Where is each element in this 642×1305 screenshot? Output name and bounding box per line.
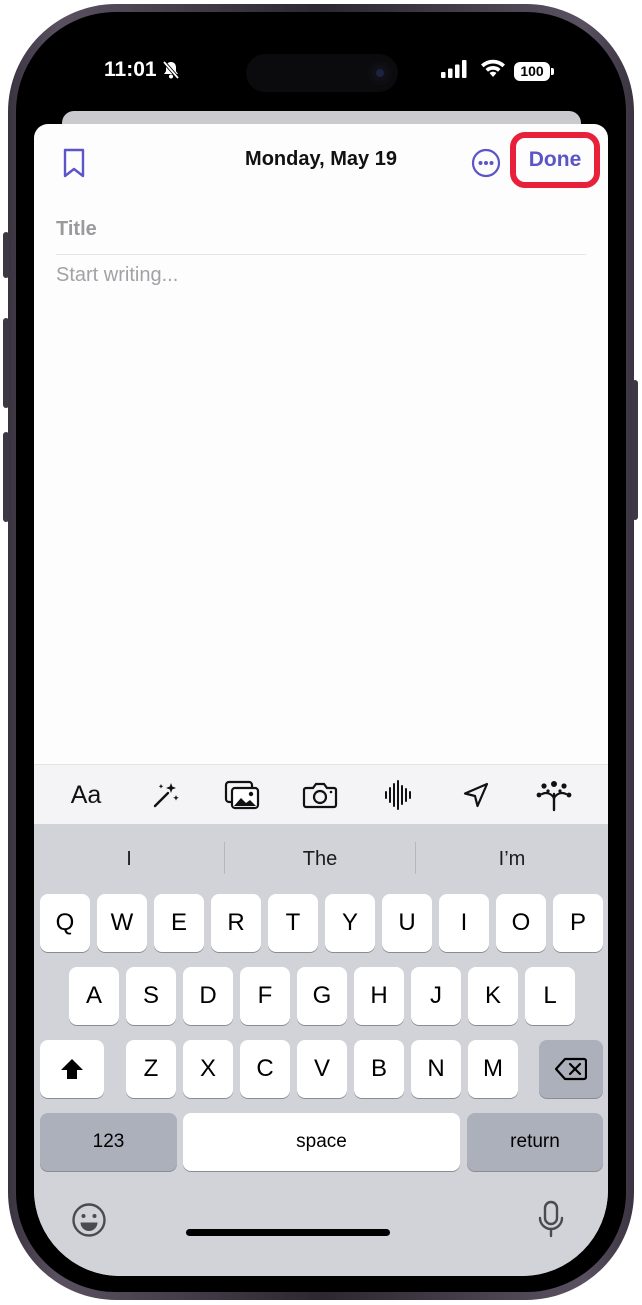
title-input[interactable]: Title: [56, 218, 586, 241]
return-key[interactable]: return: [467, 1113, 603, 1171]
key-v[interactable]: V: [297, 1040, 347, 1098]
key-r[interactable]: R: [211, 894, 261, 952]
suggestion-3[interactable]: I’m: [416, 838, 608, 880]
key-b[interactable]: B: [354, 1040, 404, 1098]
key-s[interactable]: S: [126, 967, 176, 1025]
microphone-icon[interactable]: [536, 1200, 566, 1245]
key-x[interactable]: X: [183, 1040, 233, 1098]
emoji-icon[interactable]: [71, 1202, 107, 1243]
backspace-icon: [555, 1057, 587, 1081]
key-g[interactable]: G: [297, 967, 347, 1025]
key-d[interactable]: D: [183, 967, 233, 1025]
key-z[interactable]: Z: [126, 1040, 176, 1098]
power-button: [632, 380, 638, 520]
volume-up-button: [3, 318, 9, 408]
suggestions-icon[interactable]: [534, 777, 574, 813]
title-divider: [56, 254, 586, 255]
camera-icon[interactable]: [300, 777, 340, 813]
key-n[interactable]: N: [411, 1040, 461, 1098]
journal-entry-sheet: Monday, May 19 Done Title Start writing.…: [34, 124, 608, 1276]
shift-icon: [61, 1059, 83, 1079]
editor-toolbar: Aa: [34, 764, 608, 825]
audio-waveform-icon[interactable]: [378, 777, 418, 813]
backspace-key[interactable]: [539, 1040, 603, 1098]
location-arrow-icon[interactable]: [456, 777, 496, 813]
key-a[interactable]: A: [69, 967, 119, 1025]
silent-bell-icon: [162, 60, 180, 85]
key-p[interactable]: P: [553, 894, 603, 952]
more-options-icon[interactable]: [471, 148, 501, 183]
cellular-signal-icon: [441, 60, 467, 83]
key-f[interactable]: F: [240, 967, 290, 1025]
key-y[interactable]: Y: [325, 894, 375, 952]
keyboard: I The I’m Q W E R T Y U I O P A S D F G …: [34, 824, 608, 1276]
key-m[interactable]: M: [468, 1040, 518, 1098]
suggestion-2[interactable]: The: [225, 838, 415, 880]
home-indicator[interactable]: [186, 1229, 390, 1236]
battery-indicator: 100: [514, 62, 554, 81]
shift-key[interactable]: [40, 1040, 104, 1098]
photo-library-icon[interactable]: [222, 777, 262, 813]
front-camera: [368, 61, 392, 85]
key-w[interactable]: W: [97, 894, 147, 952]
key-l[interactable]: L: [525, 967, 575, 1025]
screen: 11:01 100 Monday, May 19 Done Title Star…: [34, 30, 608, 1276]
key-i[interactable]: I: [439, 894, 489, 952]
key-t[interactable]: T: [268, 894, 318, 952]
key-c[interactable]: C: [240, 1040, 290, 1098]
key-h[interactable]: H: [354, 967, 404, 1025]
volume-down-button: [3, 432, 9, 522]
format-text-button[interactable]: Aa: [66, 777, 106, 813]
done-button[interactable]: Done: [516, 138, 594, 182]
key-q[interactable]: Q: [40, 894, 90, 952]
action-button: [3, 232, 9, 278]
done-highlight: Done: [510, 132, 600, 188]
key-k[interactable]: K: [468, 967, 518, 1025]
key-o[interactable]: O: [496, 894, 546, 952]
magic-wand-icon[interactable]: [146, 777, 186, 813]
body-input[interactable]: Start writing...: [56, 264, 586, 287]
status-time: 11:01: [104, 58, 157, 81]
key-j[interactable]: J: [411, 967, 461, 1025]
suggestion-1[interactable]: I: [34, 838, 224, 880]
space-key[interactable]: space: [183, 1113, 460, 1171]
numbers-key[interactable]: 123: [40, 1113, 177, 1171]
key-u[interactable]: U: [382, 894, 432, 952]
status-bar: 11:01 100: [34, 30, 608, 110]
key-e[interactable]: E: [154, 894, 204, 952]
wifi-icon: [480, 59, 506, 84]
